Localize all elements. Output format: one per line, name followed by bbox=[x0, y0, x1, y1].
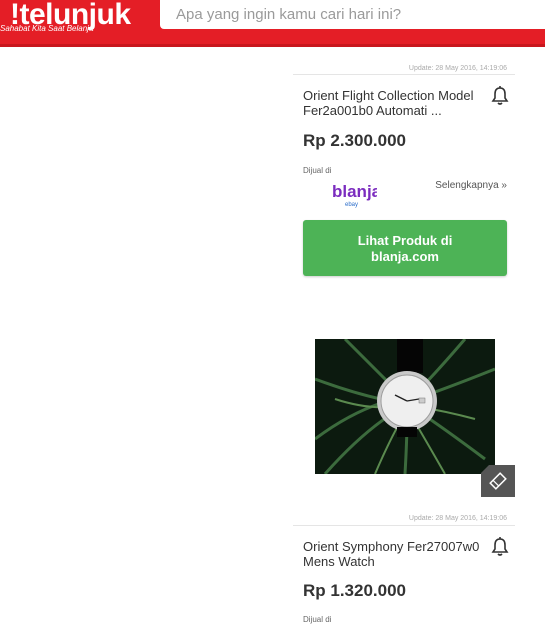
bell-icon[interactable] bbox=[489, 536, 511, 558]
view-product-button[interactable]: Lihat Produk di blanja.com bbox=[303, 220, 507, 276]
sold-at-label: Dijual di bbox=[303, 166, 332, 175]
store-logo[interactable]: blanja ebay bbox=[331, 179, 382, 209]
product-card: Update: 28 May 2016, 14:19:06 Orient Sym… bbox=[293, 515, 515, 624]
product-title[interactable]: Orient Symphony Fer27007w0 Mens Watch bbox=[303, 539, 483, 569]
logo[interactable]: !telunjuk Sahabat Kita Saat Belanja bbox=[0, 0, 160, 44]
svg-text:blanja: blanja bbox=[332, 182, 377, 201]
product-price: Rp 2.300.000 bbox=[303, 131, 407, 150]
bell-icon[interactable] bbox=[489, 85, 511, 107]
product-image[interactable] bbox=[315, 339, 495, 474]
search-input[interactable] bbox=[160, 0, 545, 29]
logo-tagline: Sahabat Kita Saat Belanja bbox=[0, 24, 94, 33]
update-timestamp: Update: 28 May 2016, 14:19:06 bbox=[408, 65, 507, 72]
more-link[interactable]: Selengkapnya » bbox=[435, 180, 507, 191]
product-card: Update: 28 May 2016, 14:19:06 Orient Fli… bbox=[293, 65, 515, 285]
header: !telunjuk Sahabat Kita Saat Belanja bbox=[0, 0, 545, 47]
tag-icon[interactable] bbox=[481, 465, 515, 497]
svg-text:ebay: ebay bbox=[345, 202, 358, 208]
product-price: Rp 1.320.000 bbox=[303, 581, 407, 600]
update-timestamp: Update: 28 May 2016, 14:19:06 bbox=[408, 515, 507, 522]
product-title[interactable]: Orient Flight Collection Model Fer2a001b… bbox=[303, 88, 483, 118]
sold-at-label: Dijual di bbox=[303, 615, 332, 624]
